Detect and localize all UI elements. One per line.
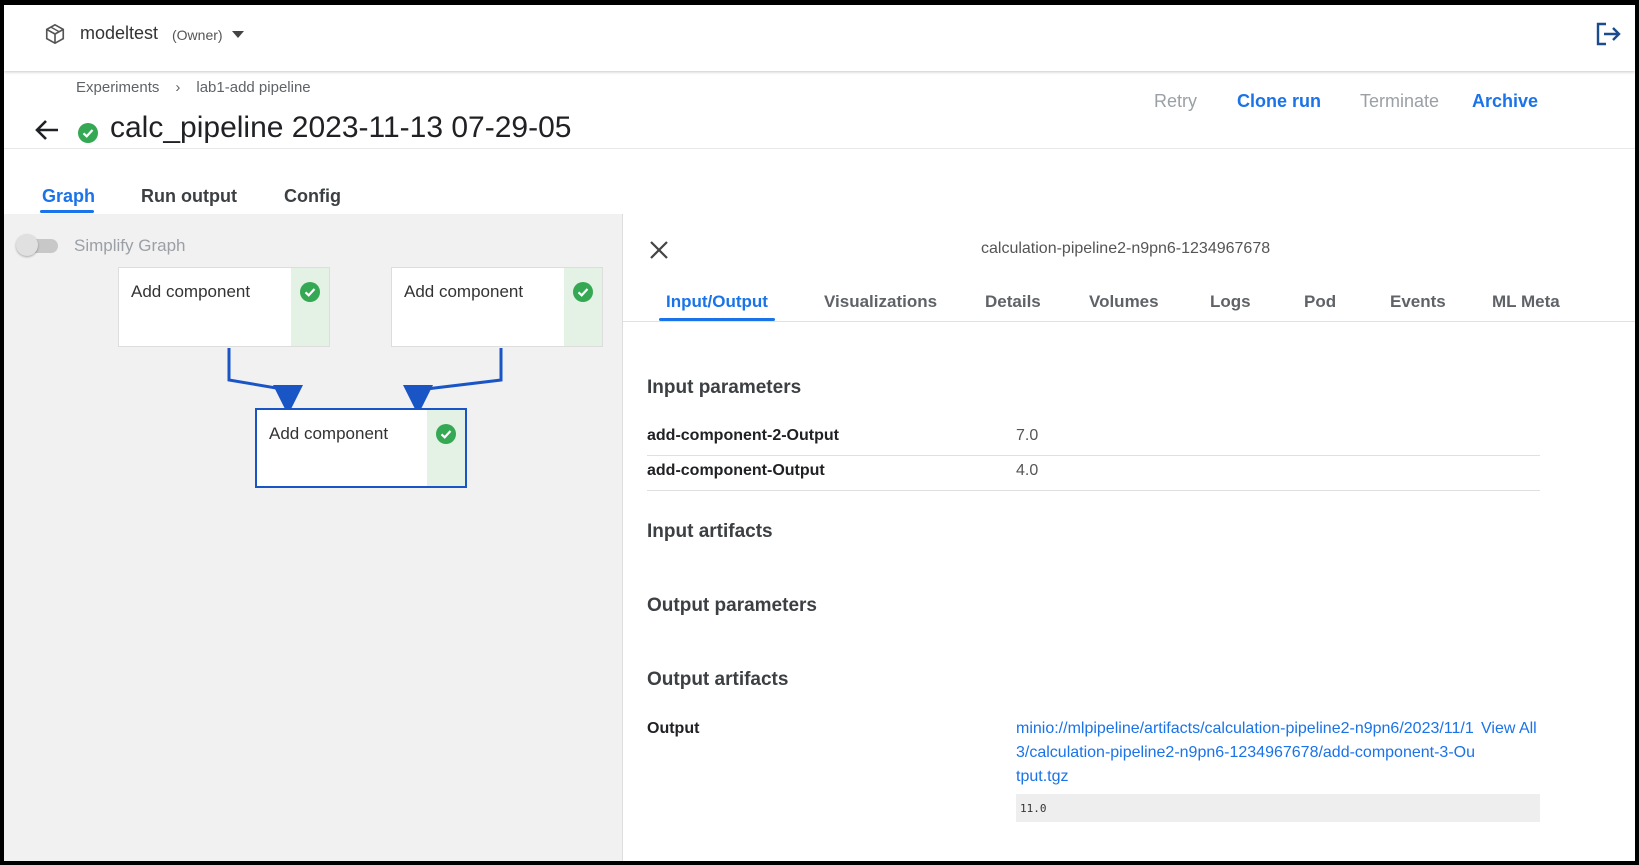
cube-icon[interactable] <box>44 23 66 45</box>
tab-ml-metadata[interactable]: ML Meta <box>1492 292 1560 312</box>
success-check-icon <box>436 424 456 444</box>
input-parameters-heading: Input parameters <box>647 377 802 398</box>
close-icon[interactable] <box>647 238 671 262</box>
graph-node-add-component-1[interactable]: Add component <box>118 267 330 347</box>
tab-pod[interactable]: Pod <box>1304 292 1336 312</box>
header-divider <box>4 148 1635 149</box>
back-arrow-icon[interactable] <box>34 118 60 142</box>
graph-panel[interactable]: Simplify Graph Add component Add compone… <box>4 214 622 861</box>
parameter-key: add-component-Output <box>647 462 825 479</box>
node-label: Add component <box>131 282 251 301</box>
terminate-button[interactable]: Terminate <box>1360 91 1439 112</box>
tab-graph[interactable]: Graph <box>42 186 95 207</box>
tab-run-output[interactable]: Run output <box>141 186 237 207</box>
parameter-row: add-component-2-Output 7.0 <box>647 421 1540 456</box>
logout-icon[interactable] <box>1594 21 1622 47</box>
graph-node-add-component-3[interactable]: Add component <box>255 408 467 488</box>
tab-visualizations[interactable]: Visualizations <box>824 292 937 312</box>
tab-indicator <box>40 210 94 213</box>
graph-node-add-component-2[interactable]: Add component <box>391 267 603 347</box>
caret-down-icon[interactable] <box>232 31 244 38</box>
retry-button[interactable]: Retry <box>1154 91 1197 112</box>
tab-volumes[interactable]: Volumes <box>1089 292 1159 312</box>
input-artifacts-heading: Input artifacts <box>647 521 773 542</box>
graph-edge <box>403 348 503 415</box>
node-label: Add component <box>269 424 389 443</box>
pod-name: calculation-pipeline2-n9pn6-1234967678 <box>981 240 1271 257</box>
node-details-panel: calculation-pipeline2-n9pn6-1234967678 I… <box>622 214 1635 861</box>
artifact-uri-link[interactable]: minio://mlpipeline/artifacts/calculation… <box>1016 717 1476 789</box>
tab-config[interactable]: Config <box>284 186 341 207</box>
breadcrumb: Experiments › lab1-add pipeline <box>76 79 311 96</box>
parameter-value: 7.0 <box>1016 427 1039 444</box>
breadcrumb-experiment[interactable]: lab1-add pipeline <box>196 79 310 96</box>
node-label: Add component <box>404 282 524 301</box>
success-check-icon <box>300 282 320 302</box>
parameter-key: add-component-2-Output <box>647 427 839 444</box>
clone-run-button[interactable]: Clone run <box>1237 91 1321 112</box>
success-check-icon <box>573 282 593 302</box>
tab-divider <box>623 321 1635 322</box>
tab-input-output[interactable]: Input/Output <box>666 292 768 312</box>
breadcrumb-experiments[interactable]: Experiments <box>76 79 159 96</box>
parameter-row: add-component-Output 4.0 <box>647 456 1540 491</box>
view-all-link[interactable]: View All <box>1481 720 1537 738</box>
run-title: calc_pipeline 2023-11-13 07-29-05 <box>110 111 572 144</box>
output-parameters-heading: Output parameters <box>647 595 817 616</box>
tab-logs[interactable]: Logs <box>1210 292 1251 312</box>
graph-edge <box>227 348 303 415</box>
breadcrumb-separator-icon: › <box>175 79 181 96</box>
archive-button[interactable]: Archive <box>1472 91 1538 112</box>
parameter-value: 4.0 <box>1016 462 1039 479</box>
tab-events[interactable]: Events <box>1390 292 1446 312</box>
namespace-name[interactable]: modeltest <box>80 23 158 44</box>
app-frame: modeltest (Owner) Experiments › lab1-add… <box>4 5 1635 861</box>
tab-details[interactable]: Details <box>985 292 1041 312</box>
namespace-role: (Owner) <box>172 27 223 43</box>
output-artifacts-heading: Output artifacts <box>647 669 789 690</box>
artifact-key: Output <box>647 720 700 737</box>
artifact-preview: 11.0 <box>1016 794 1540 822</box>
success-check-icon <box>78 123 98 143</box>
top-bar: modeltest (Owner) <box>4 5 1635 71</box>
